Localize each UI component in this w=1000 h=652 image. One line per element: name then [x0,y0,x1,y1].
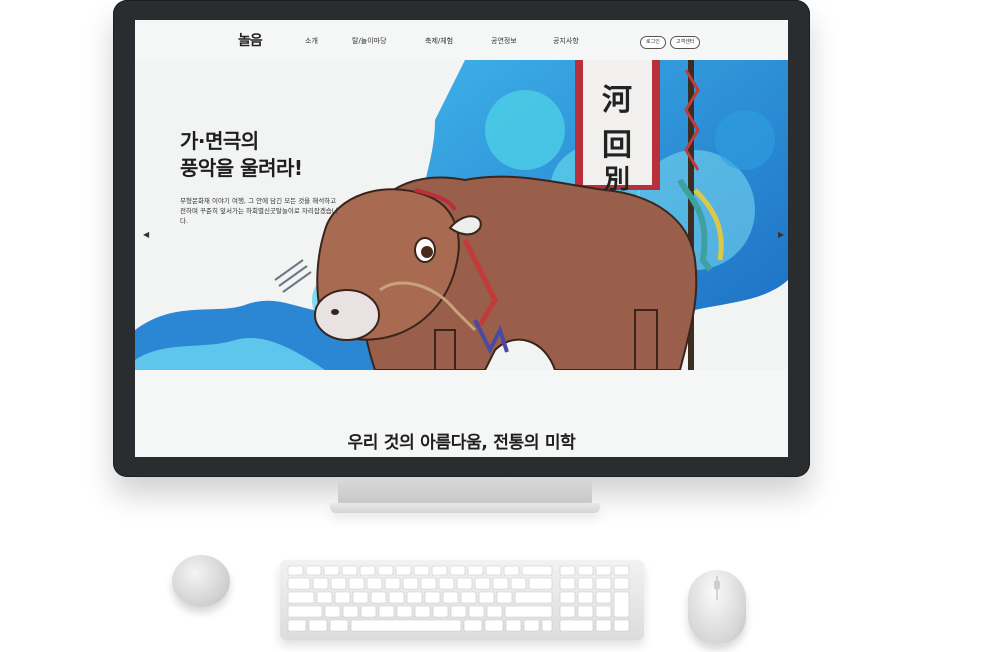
hero-description: 무형문화재 이야기 여행, 그 안에 담긴 모든 것을 해석하고 전하며 꾸준히… [180,197,338,225]
monitor-frame: 놀음 소개 탈/놀이마당 축제/체험 공연정보 공지사항 로그인 고객센터 河 … [113,0,810,477]
hero-title-line-1: 가·면극의 [180,129,259,153]
hero-title: 가·면극의 풍악을 울려라! [180,128,303,182]
banner-char-2: 回 [602,128,632,163]
keyboard-keys [287,565,630,632]
nav-item-festival[interactable]: 축제/체험 [425,36,453,46]
nav-item-performance[interactable]: 공연정보 [491,36,517,46]
dial-puck [172,555,230,607]
flag-banner: 河 回 別 [575,60,660,195]
nav-item-mask-play[interactable]: 탈/놀이마당 [352,36,387,46]
hero-title-line-2: 풍악을 울려라! [180,156,303,180]
customer-center-button[interactable]: 고객센터 [670,36,701,49]
keyboard [280,560,644,640]
bull-illustration [314,175,698,370]
monitor-stand-base [330,503,600,513]
mouse-details [714,576,720,600]
nav-item-notice[interactable]: 공지사항 [553,36,579,46]
next-slide-arrow-icon[interactable]: ▶ [778,230,784,239]
nav-item-intro[interactable]: 소개 [305,36,318,46]
prev-slide-arrow-icon[interactable]: ◀ [143,230,149,239]
hero-banner: 河 回 別 가·면극의 풍악을 울려라! 무형문화재 이야기 여행, 그 안에 … [135,60,788,370]
top-navigation: 놀음 소개 탈/놀이마당 축제/체험 공연정보 공지사항 로그인 고객센터 [135,20,788,60]
section-title: 우리 것의 아름다움, 전통의 미학 [347,433,576,453]
login-button[interactable]: 로그인 [640,36,666,49]
content-section: 우리 것의 아름다움, 전통의 미학 [135,370,788,457]
screen: 놀음 소개 탈/놀이마당 축제/체험 공연정보 공지사항 로그인 고객센터 河 … [135,20,788,457]
banner-char-1: 河 [602,83,632,118]
site-logo[interactable]: 놀음 [238,30,263,50]
mouse [688,570,746,644]
monitor-stand [338,477,592,505]
